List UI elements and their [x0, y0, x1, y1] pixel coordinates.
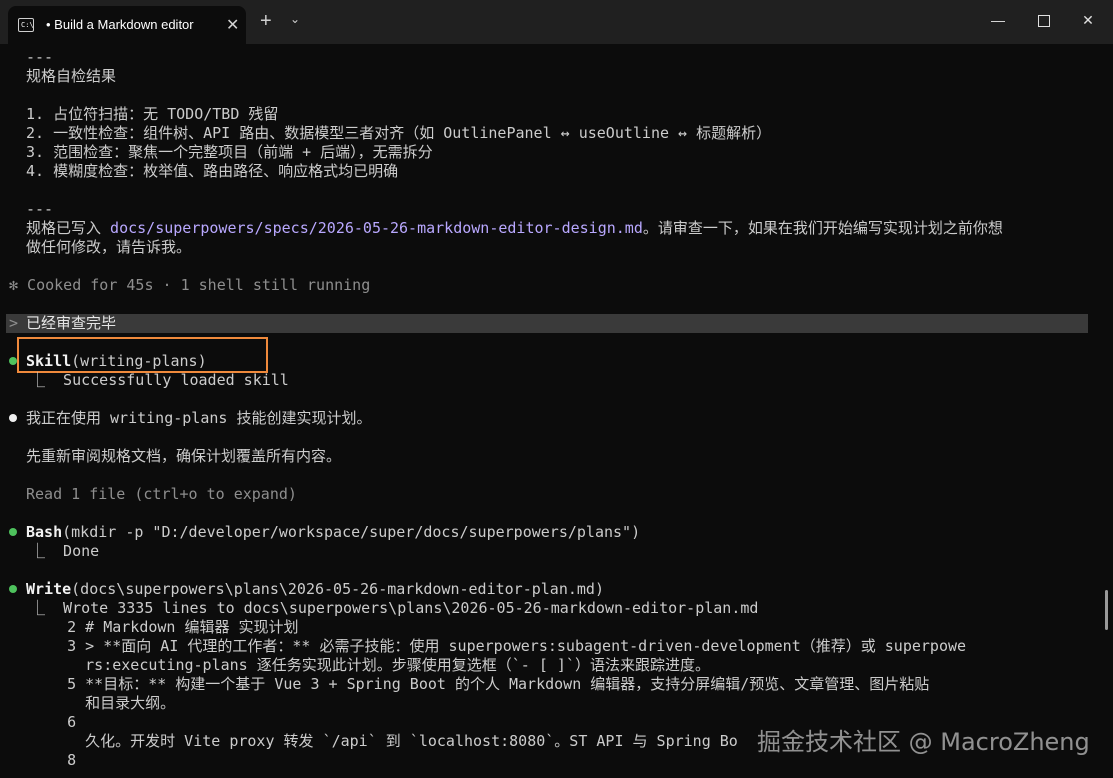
file-preview-line: 久化。开发时 Vite proxy 转发 `/api` 到 `localhost… — [40, 732, 738, 750]
heading: 规格自检结果 — [26, 67, 117, 85]
check-item: 1. 占位符扫描：无 TODO/TBD 残留 — [26, 105, 279, 123]
tool-result: ⎿ Successfully loaded skill — [30, 371, 289, 389]
tool-result: ⎿ Done — [30, 542, 100, 560]
maximize-button[interactable] — [1024, 8, 1064, 32]
check-item: 3. 范围检查：聚焦一个完整项目（前端 + 后端），无需拆分 — [26, 143, 433, 161]
tool-args: (docs\superpowers\plans\2026-05-26-markd… — [71, 580, 604, 598]
watermark: 掘金技术社区 @ MacroZheng — [757, 728, 1090, 756]
tool-name: Write — [26, 580, 72, 598]
file-preview-line: 6 — [40, 713, 77, 731]
highlight-box — [17, 337, 268, 373]
file-preview-line: 5 **目标：** 构建一个基于 Vue 3 + Spring Boot 的个人… — [40, 675, 930, 693]
message-dot — [9, 414, 17, 422]
spec-written-line: 规格已写入 docs/superpowers/specs/2026-05-26-… — [26, 219, 1003, 238]
text: 。请审查一下，如果在我们开始编写实现计划之前你想 — [642, 219, 1003, 237]
status-dot — [9, 357, 17, 365]
file-preview-line: 3 > **面向 AI 代理的工作者：** 必需子技能：使用 superpowe… — [40, 637, 967, 655]
new-tab-button[interactable]: + — [260, 10, 272, 32]
bash-call: Bash(mkdir -p "D:/developer/workspace/su… — [26, 523, 640, 542]
status-line: ✻ Cooked for 45s · 1 shell still running — [9, 276, 371, 294]
tool-args: (mkdir -p "D:/developer/workspace/super/… — [62, 523, 641, 541]
tab-title: • Build a Markdown editor — [46, 17, 194, 32]
minimize-button[interactable]: — — [978, 8, 1018, 32]
close-window-button[interactable]: ✕ — [1068, 8, 1108, 32]
text-line: 做任何修改，请告诉我。 — [26, 238, 192, 256]
read-summary[interactable]: Read 1 file (ctrl+o to expand) — [26, 485, 297, 504]
separator: --- — [26, 48, 54, 66]
tool-name: Bash — [26, 523, 63, 541]
maximize-icon — [1038, 15, 1050, 28]
file-preview-line: 8 — [40, 751, 77, 769]
scrollbar[interactable] — [1105, 590, 1108, 630]
separator: --- — [26, 200, 54, 218]
terminal-output[interactable]: --- 规格自检结果 1. 占位符扫描：无 TODO/TBD 残留 2. 一致性… — [0, 44, 1100, 778]
file-preview-line: 和目录大纲。 — [40, 694, 176, 712]
close-tab-button[interactable]: ✕ — [226, 15, 239, 35]
tool-result: ⎿ Wrote 3335 lines to docs\superpowers\p… — [30, 599, 759, 617]
spec-file-path: docs/superpowers/specs/2026-05-26-markdo… — [110, 219, 643, 237]
user-message — [6, 314, 1088, 333]
status-dot — [9, 528, 17, 536]
write-call: Write(docs\superpowers\plans\2026-05-26-… — [26, 580, 604, 599]
title-bar: C:\ • Build a Markdown editor ✕ + ⌄ — ✕ — [0, 0, 1113, 44]
check-item: 2. 一致性检查：组件树、API 路由、数据模型三者对齐（如 OutlinePa… — [26, 124, 772, 142]
assistant-text: 我正在使用 writing-plans 技能创建实现计划。 — [26, 409, 372, 427]
check-item: 4. 模糊度检查：枚举值、路由路径、响应格式均已明确 — [26, 162, 399, 180]
assistant-text: 先重新审阅规格文档，确保计划覆盖所有内容。 — [26, 447, 342, 465]
file-preview-line: rs:executing-plans 逐任务实现此计划。步骤使用复选框（`- [… — [40, 656, 710, 674]
terminal-icon: C:\ — [18, 18, 34, 32]
file-preview-line: 2 # Markdown 编辑器 实现计划 — [40, 618, 299, 636]
text: 规格已写入 — [26, 219, 111, 237]
status-dot — [9, 585, 17, 593]
tab-active[interactable]: C:\ • Build a Markdown editor ✕ — [8, 6, 246, 44]
chevron-down-icon[interactable]: ⌄ — [290, 12, 300, 26]
user-message-text: 已经审查完毕 — [26, 314, 117, 332]
prompt-marker: > — [9, 314, 19, 332]
